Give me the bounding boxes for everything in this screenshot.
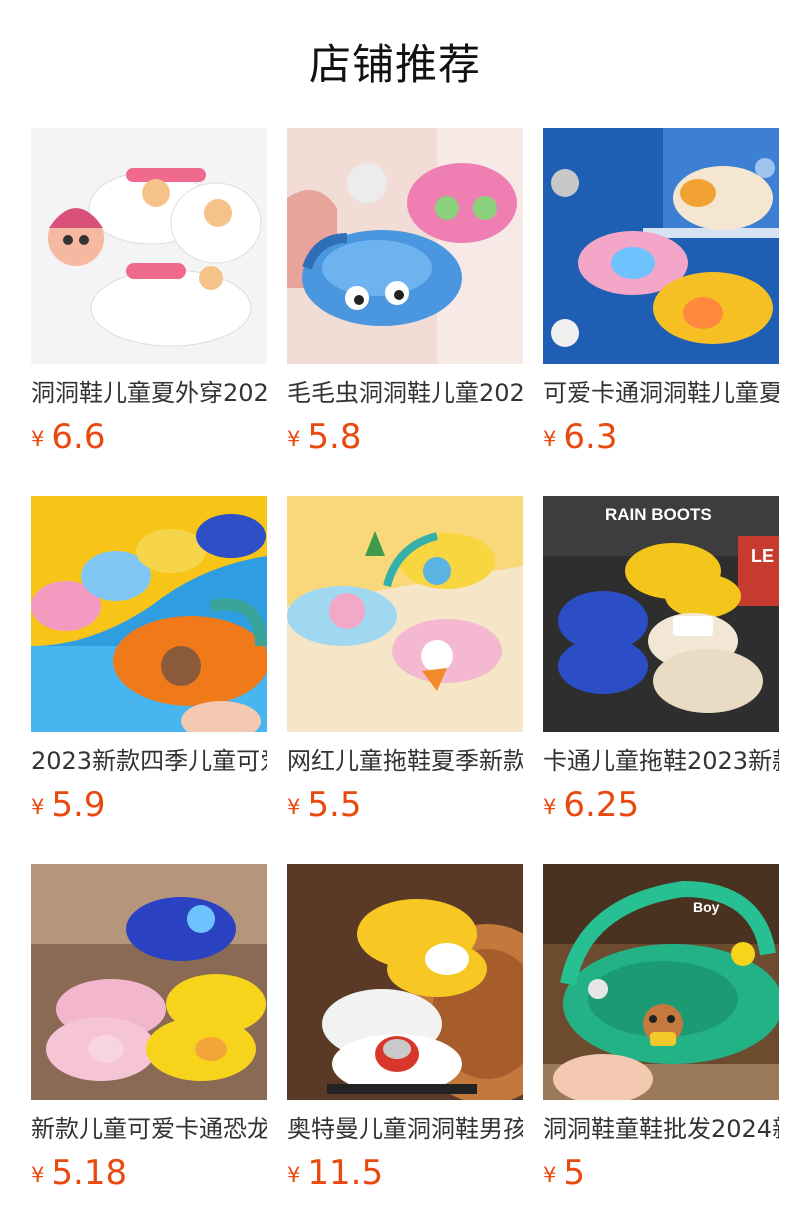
product-card[interactable]: 网红儿童拖鞋夏季新款 ¥5.5 [287,496,523,864]
product-image[interactable] [287,128,523,364]
price-value: 11.5 [307,1153,384,1193]
product-name[interactable]: 毛毛虫洞洞鞋儿童2023 [287,376,523,410]
product-image[interactable]: RAIN BOOTS LE [543,496,779,732]
product-name[interactable]: 新款儿童可爱卡通恐龙 [31,1112,267,1146]
product-name[interactable]: 2023新款四季儿童可爱 [31,744,267,778]
car-clogs-image: RAIN BOOTS LE [543,496,779,732]
rain-boots-label: RAIN BOOTS [605,505,712,524]
product-image[interactable] [287,496,523,732]
colorful-clogs-image [31,496,267,732]
currency-symbol: ¥ [287,795,301,819]
currency-symbol: ¥ [31,427,45,451]
ultraman-clogs-image [287,864,523,1100]
green-bear-clog-image: Boy [543,864,779,1100]
currency-symbol: ¥ [31,795,45,819]
product-price: ¥6.3 [543,415,617,459]
product-price: ¥5.5 [287,783,361,827]
currency-symbol: ¥ [287,427,301,451]
shop-recommendation-page: 店铺推荐 洞洞鞋儿童夏外穿2023 ¥ 6.6 毛毛虫洞洞鞋儿童2023 ¥ 5… [0,0,790,1232]
product-card[interactable]: 新款儿童可爱卡通恐龙 ¥5.18 [31,864,267,1232]
product-price: ¥5 [543,1151,585,1195]
product-price: ¥11.5 [287,1151,383,1195]
product-card[interactable]: 洞洞鞋儿童夏外穿2023 ¥6.6 [31,128,267,496]
product-name[interactable]: 奥特曼儿童洞洞鞋男孩 [287,1112,523,1146]
page-title: 店铺推荐 [308,40,481,89]
product-card[interactable]: 可爱卡通洞洞鞋儿童夏 ¥6.3 [543,128,779,496]
currency-symbol: ¥ [287,1163,301,1187]
product-price: ¥6.25 [543,783,639,827]
product-name[interactable]: 卡通儿童拖鞋2023新款 [543,744,779,778]
product-card[interactable]: 毛毛虫洞洞鞋儿童2023 ¥5.8 [287,128,523,496]
boy-label: Boy [693,899,720,915]
pink-yellow-blue-clogs-image [31,864,267,1100]
product-price: ¥5.18 [31,1151,127,1195]
le-label: LE [751,546,774,566]
currency-symbol: ¥ [543,427,557,451]
product-price: ¥5.9 [31,783,105,827]
product-card[interactable]: Boy 洞洞鞋童鞋批发2024新 ¥5 [543,864,779,1232]
product-image[interactable] [31,496,267,732]
product-image[interactable] [287,864,523,1100]
cartoon-clogs-image [543,128,779,364]
product-name[interactable]: 可爱卡通洞洞鞋儿童夏 [543,376,779,410]
price-value: 6.6 [51,417,106,457]
product-card[interactable]: RAIN BOOTS LE 卡通儿童拖鞋2023新款 ¥6.25 [543,496,779,864]
currency-symbol: ¥ [543,795,557,819]
product-card[interactable]: 2023新款四季儿童可爱 ¥5.9 [31,496,267,864]
price-value: 5.9 [51,785,106,825]
product-image[interactable] [31,128,267,364]
product-card[interactable]: 奥特曼儿童洞洞鞋男孩 ¥11.5 [287,864,523,1232]
product-name[interactable]: 洞洞鞋儿童夏外穿2023 [31,376,267,410]
white-clogs-image [31,128,267,364]
product-image[interactable] [543,128,779,364]
price-value: 5 [563,1153,586,1193]
currency-symbol: ¥ [543,1163,557,1187]
product-image[interactable] [31,864,267,1100]
price-value: 5.18 [51,1153,128,1193]
caterpillar-clogs-image [287,128,523,364]
product-image[interactable]: Boy [543,864,779,1100]
price-value: 6.3 [563,417,618,457]
price-value: 6.25 [563,785,640,825]
price-value: 5.8 [307,417,362,457]
product-price: ¥5.8 [287,415,361,459]
product-name[interactable]: 网红儿童拖鞋夏季新款 [287,744,523,778]
currency-symbol: ¥ [31,1163,45,1187]
price-value: 5.5 [307,785,362,825]
pastel-clogs-image [287,496,523,732]
product-name[interactable]: 洞洞鞋童鞋批发2024新 [543,1112,779,1146]
product-price: ¥6.6 [31,415,105,459]
product-grid: 洞洞鞋儿童夏外穿2023 ¥6.6 毛毛虫洞洞鞋儿童2023 ¥ 5.8 可爱卡… [31,128,779,1232]
